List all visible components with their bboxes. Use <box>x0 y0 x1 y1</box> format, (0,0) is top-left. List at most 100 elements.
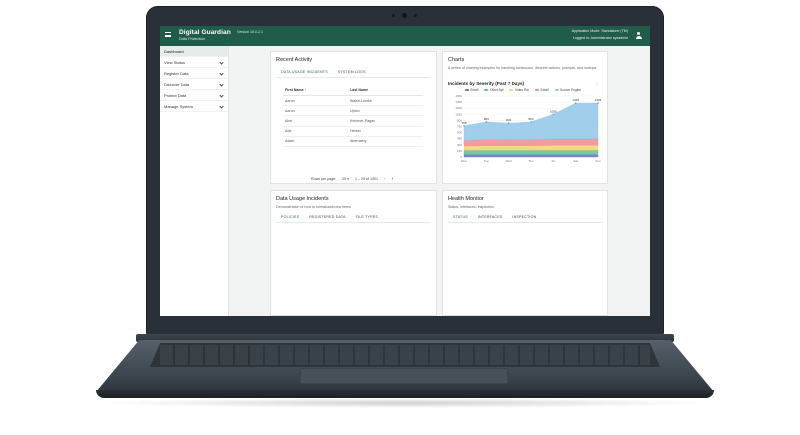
sidebar-item-view-status[interactable]: View Status <box>160 57 228 68</box>
card-subtitle: Demonstration of how to format/add/view … <box>276 205 351 209</box>
sidebar-item-discover-data[interactable]: Discover Data <box>160 79 228 90</box>
x-tick-label: Sun <box>595 159 601 163</box>
legend-item[interactable]: Email <box>535 88 549 92</box>
brand-name: Digital Guardian <box>179 29 231 36</box>
y-tick-label: 150 <box>457 149 462 153</box>
cell-first-name: Aaron <box>283 95 348 107</box>
chevron-down-icon <box>219 103 224 109</box>
laptop-base-edge <box>96 390 714 398</box>
cell-last-name: Abernathy <box>348 136 423 147</box>
rows-per-page-select[interactable]: 25 ▾ <box>342 177 349 181</box>
x-tick-label: Sat <box>573 159 578 163</box>
cell-first-name: Aaron <box>283 105 348 117</box>
sidebar-item-protect-data[interactable]: Protect Data <box>160 90 228 101</box>
data-label: 863 <box>528 117 533 121</box>
next-page-icon[interactable]: › <box>392 176 394 182</box>
card-title: Health Monitor <box>448 196 484 202</box>
y-tick-label: 1350 <box>455 100 462 104</box>
chevron-down-icon <box>219 92 224 98</box>
laptop-shadow <box>96 398 714 408</box>
data-point <box>597 102 599 104</box>
webcam <box>402 13 407 18</box>
legend-swatch <box>554 89 559 91</box>
data-point <box>463 125 465 127</box>
page-range: 1 – 25 of 1001 <box>354 177 378 181</box>
legend-swatch <box>484 89 489 91</box>
x-tick-label: Fri <box>552 159 556 163</box>
y-tick-label: 1200 <box>455 106 462 110</box>
laptop-photo: Digital Guardian Data Protection Version… <box>0 0 800 435</box>
x-tick-label: Wed <box>506 159 512 163</box>
table-row[interactable]: Aaron Walsh-Lemke <box>283 95 423 107</box>
series-area <box>463 145 599 151</box>
cell-last-name: Herbst <box>348 126 423 137</box>
data-usage-incidents-card: Data Usage Incidents Demonstration of ho… <box>270 190 437 316</box>
legend-label: Other Apt <box>489 88 504 92</box>
series-area <box>463 138 599 147</box>
chart-download-icon[interactable]: ⋮ <box>595 81 599 86</box>
legend-item[interactable]: Source Engine <box>554 88 581 92</box>
y-tick-label: 600 <box>457 131 462 135</box>
cell-first-name: Abel <box>283 115 348 127</box>
data-point <box>507 122 510 125</box>
hamburger-menu-icon[interactable] <box>165 32 171 37</box>
legend-swatch <box>465 89 469 91</box>
cell-last-name: Upton <box>348 105 423 117</box>
activity-table: First Name ↑ Last Name Aaron Walsh-Lemke … <box>283 86 423 147</box>
trackpad <box>300 368 508 384</box>
table-row[interactable]: Adam Abernathy <box>283 136 423 147</box>
sidebar-item-dashboard[interactable]: Dashboard <box>160 46 228 57</box>
data-label: 1050 <box>550 109 557 113</box>
table-row[interactable]: Abel Kemmer-Pagac <box>283 115 423 127</box>
legend-item[interactable]: Other Apt <box>484 88 503 92</box>
chevron-down-icon <box>219 81 224 87</box>
brand-subtitle: Data Protection <box>179 37 206 41</box>
application-mode: Application Mode: Standalone (TM) <box>571 29 628 33</box>
data-label: 863 <box>484 117 489 121</box>
card-title: Charts <box>448 57 465 63</box>
column-header-last-name[interactable]: Last Name <box>348 86 423 96</box>
legend-swatch <box>509 89 514 91</box>
table-row[interactable]: Aaron Upton <box>283 105 423 117</box>
legend-item[interactable]: Email <box>465 88 478 92</box>
rows-per-page-label: Rows per page: <box>311 177 337 181</box>
series-area <box>463 149 599 155</box>
data-point <box>574 102 577 104</box>
x-tick-label: Thu <box>528 159 534 163</box>
x-tick-label: Mon <box>461 159 467 163</box>
y-tick-label: 1050 <box>455 112 462 116</box>
chart-legend: Email Other Apt Video Rdr Email Source Engin… <box>465 88 581 92</box>
chevron-down-icon <box>219 59 224 65</box>
version-label: Version 10.0.2.1 <box>237 30 263 34</box>
card-subtitle: Status, interfaces, inspection <box>448 205 494 209</box>
card-title: Data Usage Incidents <box>276 196 329 202</box>
previous-page-icon[interactable]: ‹ <box>384 176 386 182</box>
y-tick-label: 450 <box>457 137 462 141</box>
user-account-icon[interactable] <box>635 32 642 40</box>
data-label: 1325 <box>572 98 579 102</box>
tab-divider <box>276 222 431 223</box>
column-header-first-name[interactable]: First Name ↑ <box>283 86 348 96</box>
screen: Digital Guardian Data Protection Version… <box>160 26 650 316</box>
keyboard <box>150 343 660 367</box>
series-area <box>463 154 599 158</box>
tab-divider <box>448 222 602 223</box>
sensor-dot <box>392 14 395 17</box>
table-pagination: Rows per page: 25 ▾ 1 – 25 of 1001 ‹ › <box>311 176 393 182</box>
legend-item[interactable]: Video Rdr <box>509 88 529 92</box>
table-row[interactable]: Ada Herbst <box>283 126 423 137</box>
data-point <box>485 121 488 123</box>
card-title: Recent Activity <box>276 57 313 63</box>
sidebar-item-manage-system[interactable]: Manage System <box>160 101 228 112</box>
x-tick-label: Tue <box>484 159 489 163</box>
sidebar-item-register-data[interactable]: Register Data <box>160 68 228 79</box>
table-header-row: First Name ↑ Last Name <box>283 86 423 96</box>
data-label: 1325 <box>595 98 602 102</box>
logged-in-user: Logged in: Administrator sysadmin <box>573 36 628 40</box>
app-header: Digital Guardian Data Protection Version… <box>160 26 650 46</box>
health-monitor-card: Health Monitor Status, interfaces, inspe… <box>442 190 608 316</box>
card-subtitle: A series of charting examples for handli… <box>448 66 597 70</box>
cell-first-name: Ada <box>283 126 348 137</box>
recent-activity-card: Recent Activity DATA USAGE INCIDENTS SYS… <box>270 51 437 205</box>
legend-swatch <box>535 89 540 91</box>
